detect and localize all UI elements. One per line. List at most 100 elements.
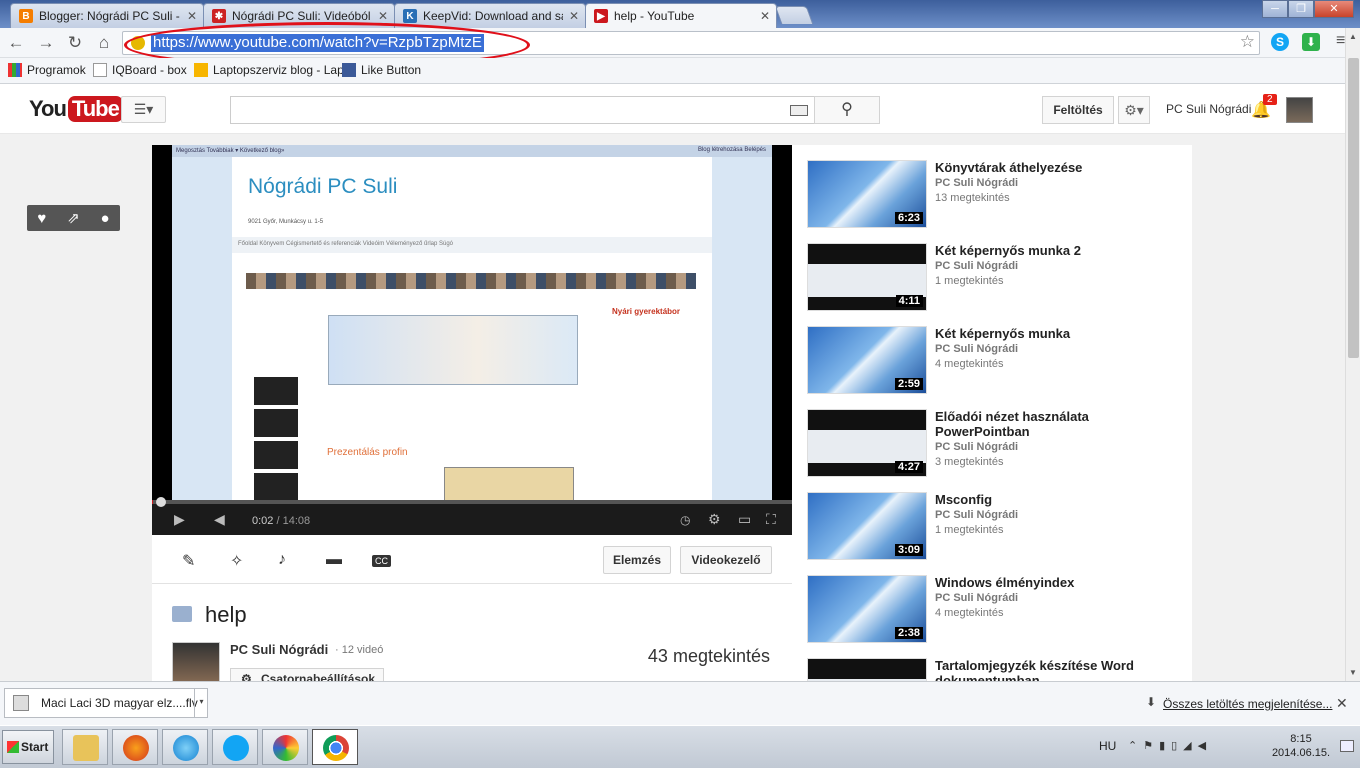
close-tab-icon[interactable]: ✕ (760, 9, 770, 23)
show-desktop-icon[interactable] (1340, 740, 1354, 752)
analytics-button[interactable]: Elemzés (603, 546, 671, 574)
video-thumbnail[interactable]: 3:09 (807, 492, 927, 560)
close-window-icon[interactable]: ✕ (1314, 0, 1354, 18)
skype-extension-icon[interactable]: S (1271, 33, 1289, 51)
related-title[interactable]: Windows élményindex (935, 575, 1185, 590)
related-views: 3 megtekintés (935, 456, 1004, 468)
play-icon[interactable]: ▶ (174, 511, 185, 528)
video-thumbnail[interactable]: 2:59 (807, 326, 927, 394)
blog-page: Nógrádi PC Suli 9021 Győr, Munkácsy u. 1… (232, 157, 712, 500)
taskbar-chrome[interactable] (312, 729, 358, 765)
related-video[interactable]: 2:38 Windows élményindex PC Suli Nógrádi… (807, 575, 1187, 645)
watch-later-icon[interactable]: ◷ (680, 513, 690, 527)
minimize-icon[interactable]: ─ (1262, 0, 1288, 18)
video-manager-button[interactable]: Videokezelő (680, 546, 772, 574)
related-title[interactable]: Msconfig (935, 492, 1185, 507)
related-title[interactable]: Könyvtárak áthelyezése (935, 160, 1185, 175)
system-tray-icons[interactable]: ⌃⚑▮▯◢◀ (1128, 739, 1212, 752)
progress-handle[interactable] (156, 497, 166, 507)
video-thumbnail[interactable]: 4:27 (807, 409, 927, 477)
tab-blogger[interactable]: B Blogger: Nógrádi PC Suli - Be ✕ (10, 3, 204, 28)
start-button[interactable]: Start (2, 730, 54, 764)
language-indicator[interactable]: HU (1099, 739, 1116, 753)
channel-name[interactable]: PC Suli Nógrádi (230, 642, 328, 657)
volume-icon[interactable]: ◀ (214, 511, 225, 528)
chevron-down-icon[interactable]: ▾ (194, 688, 208, 718)
related-video[interactable]: 4:11 Két képernyős munka 2 PC Suli Nógrá… (807, 243, 1187, 313)
guide-menu-button[interactable]: ☰▾ (121, 96, 166, 123)
video-thumbnail[interactable]: 4:11 (807, 243, 927, 311)
related-video[interactable]: 4:27 Előadói nézet használata PowerPoint… (807, 409, 1187, 479)
scrollbar-thumb[interactable] (1348, 58, 1359, 358)
taskbar-paint[interactable] (262, 729, 308, 765)
scroll-down-icon[interactable]: ▼ (1349, 668, 1357, 677)
download-extension-icon[interactable]: ⬇ (1302, 33, 1320, 51)
tab-youtube[interactable]: ▶ help - YouTube ✕ (585, 3, 777, 28)
heart-icon[interactable]: ♥ (37, 210, 46, 227)
search-input[interactable] (230, 96, 815, 124)
download-item[interactable]: Maci Laci 3D magyar elz....flv ▾ (4, 688, 208, 718)
upload-button[interactable]: Feltöltés (1042, 96, 1114, 124)
taskbar-ie[interactable] (162, 729, 208, 765)
channel-settings-button[interactable]: ⚙ Csatornabeállítások (230, 668, 384, 681)
video-player[interactable]: Megosztás Továbbiak ▾ Következő blog» Bl… (152, 145, 792, 535)
youtube-page: You Tube HU ☰▾ ⚲ Feltöltés ⚙▾ PC Suli Nó… (0, 84, 1345, 681)
lightbulb-icon[interactable]: ● (101, 210, 110, 227)
user-name[interactable]: PC Suli Nógrádi (1166, 102, 1251, 116)
settings-button[interactable]: ⚙▾ (1118, 96, 1150, 124)
bookmark-star-icon[interactable]: ☆ (1240, 32, 1255, 52)
theater-mode-icon[interactable]: ▭ (738, 511, 751, 528)
taskbar-explorer[interactable] (62, 729, 108, 765)
related-video[interactable]: 6:23 Könyvtárak áthelyezése PC Suli Nógr… (807, 160, 1187, 230)
restore-icon[interactable]: ❐ (1288, 0, 1314, 18)
bookmark-iqboard[interactable]: IQBoard - box (93, 63, 187, 77)
gear-icon[interactable]: ⚙ (708, 511, 721, 528)
back-icon[interactable]: ← (6, 33, 26, 53)
related-title[interactable]: Két képernyős munka 2 (935, 243, 1185, 258)
taskbar-skype[interactable] (212, 729, 258, 765)
progress-bar[interactable] (152, 500, 792, 504)
magic-wand-icon[interactable]: ✧ (230, 551, 243, 571)
show-all-downloads-link[interactable]: Összes letöltés megjelenítése... (1163, 697, 1332, 711)
video-thumbnail[interactable] (807, 658, 927, 681)
music-note-icon[interactable]: ♪ (278, 551, 286, 569)
bookmark-programok[interactable]: Programok (8, 63, 86, 77)
close-tab-icon[interactable]: ✕ (378, 9, 388, 23)
related-title[interactable]: Előadói nézet használata PowerPointban (935, 409, 1185, 439)
search-button[interactable]: ⚲ (814, 96, 880, 124)
new-tab-button[interactable] (774, 6, 814, 24)
bookmark-like-button[interactable]: Like Button (342, 63, 421, 77)
avatar[interactable] (1286, 97, 1313, 123)
clock[interactable]: 8:15 2014.06.15. (1268, 732, 1334, 760)
channel-avatar[interactable] (172, 642, 220, 681)
close-tab-icon[interactable]: ✕ (569, 9, 579, 23)
close-icon[interactable]: ✕ (1336, 695, 1348, 712)
close-tab-icon[interactable]: ✕ (187, 9, 197, 23)
comment-icon[interactable]: ▬ (326, 551, 342, 569)
related-title[interactable]: Tartalomjegyzék készítése Word dokumentu… (935, 658, 1185, 681)
menu-icon[interactable]: ≡ (1336, 32, 1345, 50)
reload-icon[interactable]: ↻ (65, 33, 85, 53)
share-icon[interactable]: ⇗ (67, 209, 80, 227)
scroll-up-icon[interactable]: ▲ (1349, 32, 1357, 41)
gear-icon: ⚙ (241, 672, 252, 681)
related-video[interactable]: Tartalomjegyzék készítése Word dokumentu… (807, 658, 1187, 681)
page-scrollbar[interactable]: ▲ ▼ (1345, 28, 1360, 681)
related-title[interactable]: Két képernyős munka (935, 326, 1185, 341)
related-video[interactable]: 3:09 Msconfig PC Suli Nógrádi 1 megtekin… (807, 492, 1187, 562)
blog-icon: ✱ (212, 9, 226, 23)
home-icon[interactable]: ⌂ (94, 33, 114, 53)
related-video[interactable]: 2:59 Két képernyős munka PC Suli Nógrádi… (807, 326, 1187, 396)
keepvid-icon: K (403, 9, 417, 23)
taskbar-firefox[interactable] (112, 729, 158, 765)
bookmark-laptopszerviz[interactable]: Laptopszerviz blog - Lap... (194, 63, 354, 77)
video-thumbnail[interactable]: 2:38 (807, 575, 927, 643)
fullscreen-icon[interactable]: ⛶ (766, 511, 776, 528)
pencil-icon[interactable]: ✎ (182, 551, 195, 571)
keyboard-icon[interactable] (790, 105, 808, 116)
captions-icon[interactable]: CC (372, 555, 391, 567)
video-thumbnail[interactable]: 6:23 (807, 160, 927, 228)
forward-icon[interactable]: → (36, 33, 56, 53)
related-channel: PC Suli Nógrádi (935, 592, 1019, 604)
video-count[interactable]: · 12 videó (335, 644, 383, 656)
